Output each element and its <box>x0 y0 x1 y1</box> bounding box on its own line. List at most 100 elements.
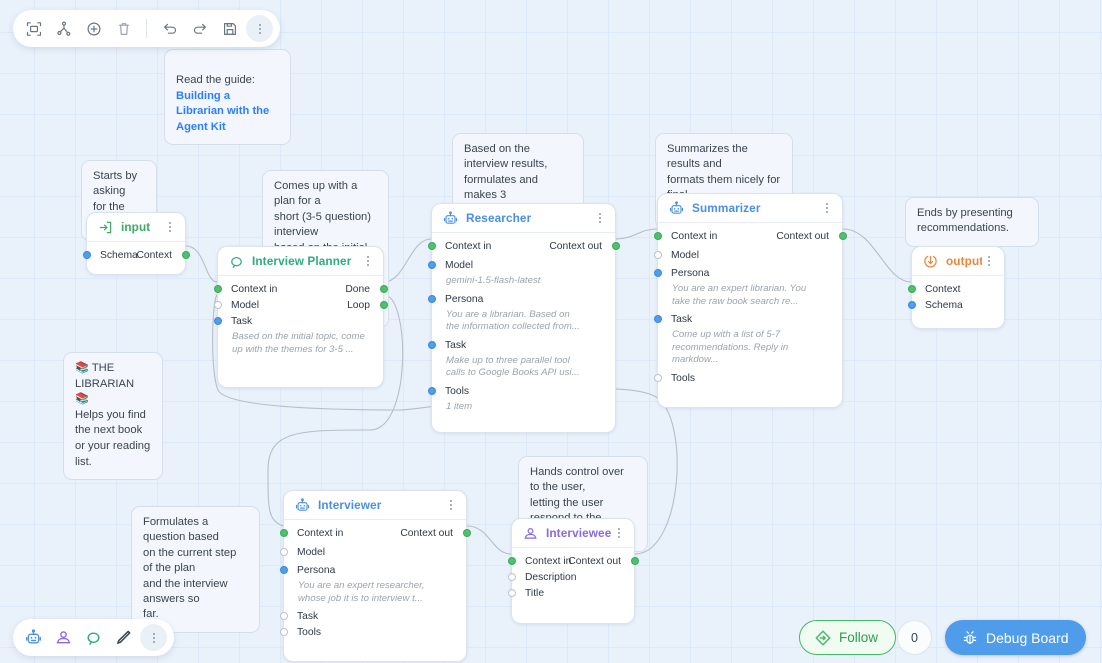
port-context-in[interactable] <box>213 285 222 293</box>
port-persona[interactable] <box>653 269 662 277</box>
port-task[interactable] <box>279 612 288 621</box>
add-node-icon[interactable] <box>80 15 107 42</box>
port-context-in[interactable] <box>279 529 288 537</box>
port-row[interactable]: Tools <box>653 372 842 385</box>
port-row[interactable]: Schema Context <box>82 249 190 262</box>
port-context[interactable] <box>181 251 190 259</box>
node-interview-planner-menu-icon[interactable] <box>361 254 374 269</box>
port-task[interactable] <box>427 340 436 349</box>
debug-board-button[interactable]: Debug Board <box>945 620 1086 655</box>
save-icon[interactable] <box>216 15 243 42</box>
port-row[interactable]: Persona <box>653 267 842 280</box>
port-context-out[interactable] <box>462 529 471 537</box>
node-interview-planner[interactable]: Interview Planner Context in Done Model … <box>213 246 388 389</box>
port-row[interactable]: Task <box>213 315 383 328</box>
port-task[interactable] <box>653 315 662 324</box>
graph-canvas[interactable]: Read the guide: Building a Librarian wit… <box>0 0 1102 663</box>
port-label: Task <box>671 314 693 326</box>
add-human-icon[interactable] <box>50 624 77 651</box>
port-context-in[interactable] <box>507 557 516 565</box>
port-persona[interactable] <box>279 566 288 574</box>
port-row[interactable]: Context in Context out <box>507 555 639 568</box>
node-interviewee[interactable]: Interviewee Context in Context out Descr… <box>507 518 639 624</box>
delete-icon[interactable] <box>110 15 137 42</box>
node-output-header[interactable]: output <box>912 247 1004 276</box>
port-row[interactable]: Persona <box>279 564 466 577</box>
edit-icon[interactable] <box>110 624 137 651</box>
port-row[interactable]: Context in Context out <box>653 230 847 243</box>
port-row[interactable]: Description <box>507 571 634 584</box>
node-interviewer[interactable]: Interviewer Context in Context out Model… <box>279 490 471 663</box>
port-loop[interactable] <box>379 301 388 309</box>
port-row[interactable]: Persona <box>427 293 615 306</box>
guide-link[interactable]: Building a Librarian with the Agent Kit <box>176 90 269 133</box>
port-done[interactable] <box>379 285 388 293</box>
node-input[interactable]: input Schema Context <box>82 212 190 275</box>
top-toolbar[interactable] <box>13 10 280 47</box>
port-row[interactable]: Model <box>427 259 615 272</box>
node-interviewee-menu-icon[interactable] <box>612 526 625 541</box>
port-row[interactable]: Tools <box>427 385 615 398</box>
node-input-header[interactable]: input <box>87 213 185 242</box>
node-interviewer-header[interactable]: Interviewer <box>284 491 466 520</box>
port-schema[interactable] <box>907 301 916 309</box>
port-tools[interactable] <box>279 628 288 637</box>
port-tools[interactable] <box>653 373 662 382</box>
port-context-out[interactable] <box>838 232 847 240</box>
port-context-out[interactable] <box>630 557 639 565</box>
node-summarizer-menu-icon[interactable] <box>820 201 833 216</box>
redo-icon[interactable] <box>186 15 213 42</box>
follow-button[interactable]: Follow <box>799 620 897 655</box>
port-row[interactable]: Task <box>279 610 466 623</box>
node-summarizer[interactable]: Summarizer Context in Context out Model … <box>653 193 847 408</box>
port-context-out[interactable] <box>611 242 620 250</box>
node-output-menu-icon[interactable] <box>982 254 995 269</box>
node-interviewee-header[interactable]: Interviewee <box>512 519 634 548</box>
auto-layout-icon[interactable] <box>50 15 77 42</box>
port-row[interactable]: Title <box>507 587 634 600</box>
port-row[interactable]: Schema <box>907 299 1004 312</box>
port-label: Tools <box>297 627 322 639</box>
port-row[interactable]: Context in Context out <box>427 240 620 253</box>
port-schema[interactable] <box>82 251 91 259</box>
node-researcher-menu-icon[interactable] <box>593 211 606 226</box>
bottom-toolbar[interactable] <box>13 619 174 656</box>
undo-icon[interactable] <box>156 15 183 42</box>
zoom-badge[interactable]: 0 <box>897 620 932 655</box>
node-researcher[interactable]: Researcher Context in Context out Model … <box>427 203 620 433</box>
port-task[interactable] <box>213 317 222 325</box>
more-menu-icon[interactable] <box>246 15 273 42</box>
port-context-in[interactable] <box>653 232 662 240</box>
port-tools[interactable] <box>427 386 436 395</box>
port-context[interactable] <box>907 285 916 293</box>
port-row[interactable]: Context <box>907 283 1004 296</box>
node-input-menu-icon[interactable] <box>163 220 176 235</box>
port-model[interactable] <box>653 251 662 259</box>
port-persona[interactable] <box>427 294 436 303</box>
node-researcher-header[interactable]: Researcher <box>432 204 615 233</box>
port-model[interactable] <box>427 261 436 269</box>
port-row[interactable]: Context in Context out <box>279 527 471 540</box>
node-interview-planner-header[interactable]: Interview Planner <box>218 247 383 276</box>
port-row[interactable]: Task <box>427 339 615 352</box>
port-model[interactable] <box>213 301 222 309</box>
node-input-body: Schema Context <box>82 242 190 274</box>
port-row[interactable]: Tools <box>279 626 466 639</box>
port-description[interactable] <box>507 573 516 581</box>
port-row[interactable]: Model <box>279 546 466 559</box>
port-row[interactable]: Context in Done <box>213 283 388 296</box>
more-menu-icon[interactable] <box>140 624 167 651</box>
add-agent-icon[interactable] <box>20 624 47 651</box>
port-row[interactable]: Task <box>653 313 842 326</box>
port-title[interactable] <box>507 589 516 597</box>
node-interviewer-menu-icon[interactable] <box>444 498 457 513</box>
port-row[interactable]: Model Loop <box>213 299 388 312</box>
node-output[interactable]: output Context Schema <box>907 246 1005 329</box>
port-row[interactable]: Model <box>653 249 842 262</box>
node-summarizer-header[interactable]: Summarizer <box>658 194 842 223</box>
fit-to-screen-icon[interactable] <box>20 15 47 42</box>
port-model[interactable] <box>279 548 288 556</box>
port-context-in[interactable] <box>427 242 436 250</box>
add-loop-icon[interactable] <box>80 624 107 651</box>
